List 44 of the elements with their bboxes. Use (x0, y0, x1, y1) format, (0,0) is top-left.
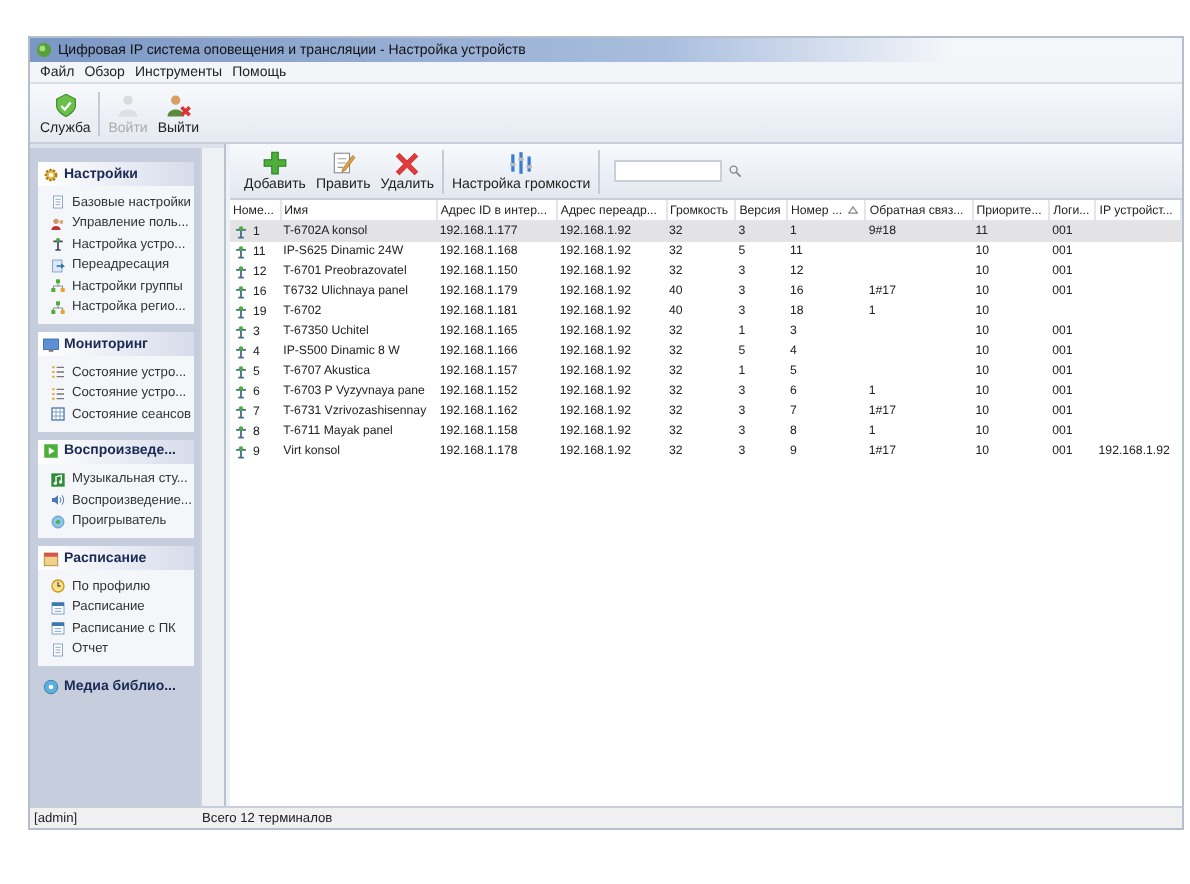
play-icon (42, 442, 60, 460)
person-cross-icon (164, 91, 193, 119)
device-icon (50, 236, 66, 253)
calendar-icon (50, 599, 66, 616)
equalizer-icon (508, 150, 535, 176)
search-field[interactable] (614, 160, 723, 182)
device-icon (233, 344, 247, 360)
document-icon (50, 194, 66, 211)
users-icon (50, 215, 66, 232)
person-icon (114, 91, 143, 119)
disc-icon (42, 677, 60, 695)
music-note-icon (50, 471, 66, 488)
document-icon (50, 641, 66, 658)
disc-icon (50, 513, 66, 530)
list-icon (50, 364, 66, 381)
device-icon (233, 264, 247, 280)
scrollbar[interactable] (200, 148, 224, 806)
forward-icon (50, 257, 66, 274)
pencil-page-icon (330, 150, 357, 176)
shield-check-icon (51, 91, 80, 119)
search-icon[interactable] (728, 164, 743, 178)
clock-icon (50, 578, 66, 595)
hierarchy-icon (50, 299, 66, 316)
device-icon (233, 324, 247, 340)
list-icon (50, 385, 66, 402)
device-icon (233, 284, 247, 300)
grid-icon (50, 406, 66, 423)
hierarchy-icon (50, 278, 66, 295)
speaker-icon (50, 492, 66, 509)
device-icon (233, 444, 247, 460)
device-icon (233, 384, 247, 400)
device-icon (233, 424, 247, 440)
calendar-icon (50, 620, 66, 637)
device-icon (233, 364, 247, 380)
cross-icon (394, 150, 421, 176)
device-icon (233, 304, 247, 320)
monitor-icon (42, 335, 60, 353)
device-icon (233, 404, 247, 420)
device-icon (233, 224, 247, 240)
calendar-icon (42, 549, 60, 567)
sort-arrow-icon (848, 203, 859, 211)
device-icon (233, 244, 247, 260)
plus-icon (261, 150, 288, 176)
gear-icon (42, 165, 60, 183)
